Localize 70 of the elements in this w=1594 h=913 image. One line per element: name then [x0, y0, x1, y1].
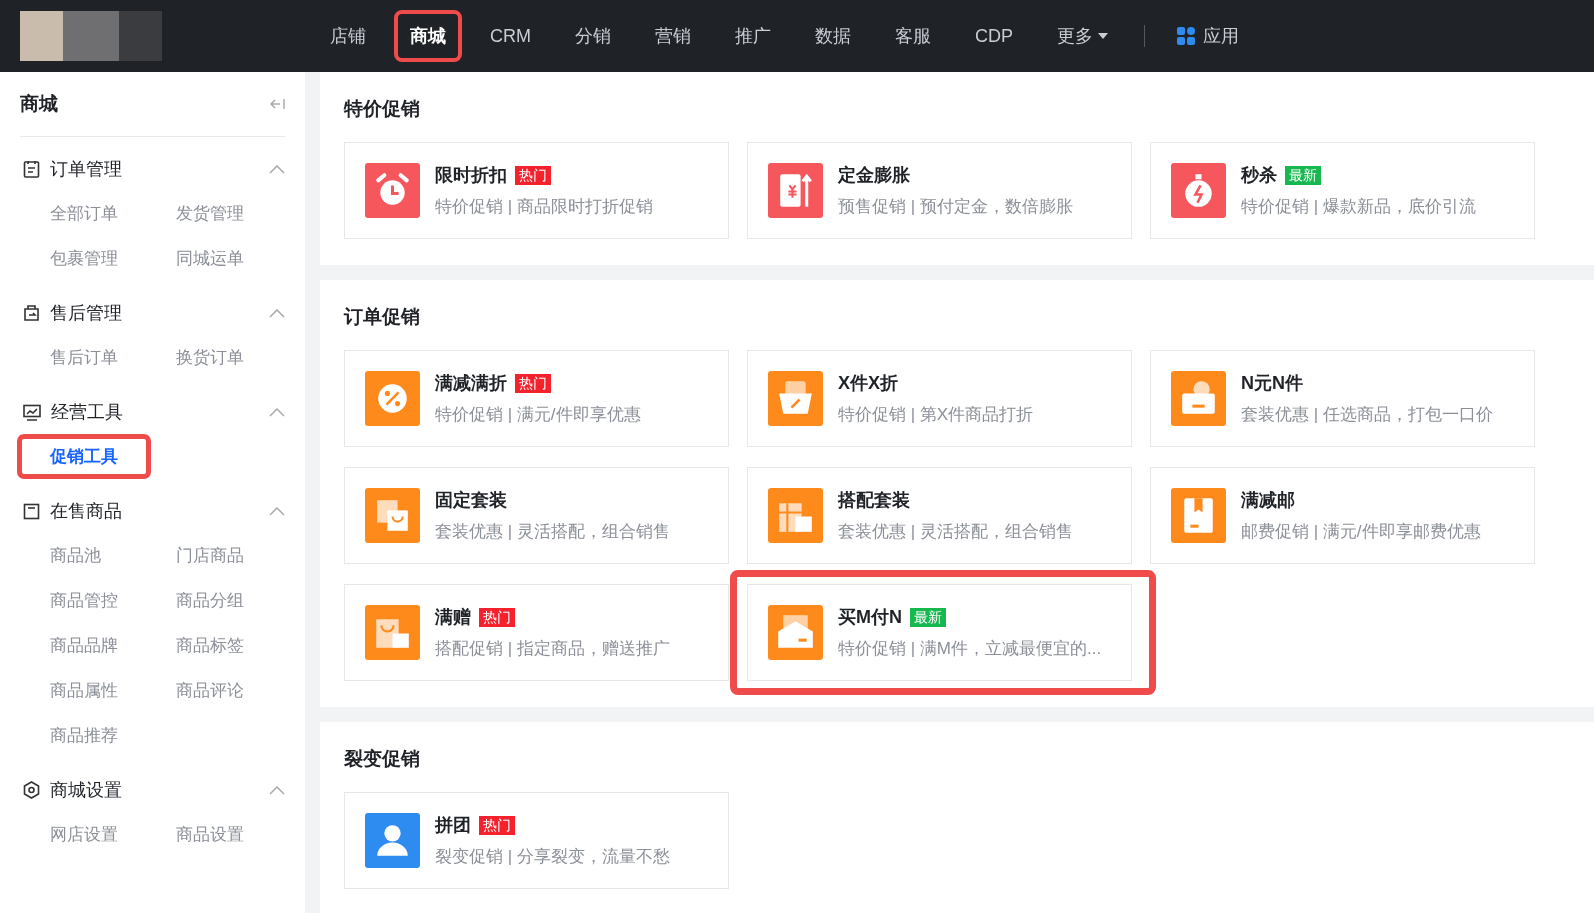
menu-item[interactable]: 促销工具 [17, 434, 151, 479]
section-title: 裂变促销 [344, 747, 421, 771]
card-title: N元N件 [1241, 372, 1303, 395]
card-description: 套装优惠 | 灵活搭配，组合销售 [435, 521, 670, 543]
sidebar-title: 商城 [20, 92, 58, 116]
card-title: 满减满折 [435, 372, 507, 395]
promotion-card[interactable]: 满减满折 热门 特价促销 | 满元/件即享优惠 [344, 350, 729, 447]
apps-button[interactable]: 应用 [1169, 14, 1247, 58]
card-description: 邮费促销 | 满元/件即享邮费优惠 [1241, 521, 1481, 543]
card-title: X件X折 [838, 372, 898, 395]
nav-tab[interactable]: CRM [474, 11, 547, 61]
card-title: 秒杀 [1241, 164, 1277, 187]
settings-icon [23, 781, 40, 799]
status-tag: 最新 [1285, 165, 1321, 185]
status-tag: 热门 [515, 373, 551, 393]
status-tag: 最新 [910, 607, 946, 627]
card-title: 满减邮 [1241, 489, 1295, 512]
card-description: 特价促销 | 商品限时打折促销 [435, 196, 653, 218]
card-description: 特价促销 | 第X件商品打折 [838, 404, 1034, 426]
card-description: 搭配促销 | 指定商品，赠送推广 [435, 638, 670, 660]
promotion-card[interactable]: 限时折扣 热门 特价促销 | 商品限时打折促销 [344, 142, 729, 239]
menu-group-header[interactable]: 订单管理 [20, 147, 285, 191]
promotion-card[interactable]: 固定套装 套装优惠 | 灵活搭配，组合销售 [344, 467, 729, 564]
card-title: 拼团 [435, 814, 471, 837]
status-tag: 热门 [515, 165, 551, 185]
card-title: 满赠 [435, 606, 471, 629]
menu-group-header[interactable]: 售后管理 [20, 291, 285, 335]
menu-group-header[interactable]: 在售商品 [20, 489, 285, 533]
nav-tab[interactable]: 数据 [799, 10, 867, 62]
nav-tab[interactable]: 推广 [719, 10, 787, 62]
box-icon [23, 502, 40, 520]
promotion-card[interactable]: 定金膨胀 预售促销 | 预付定金，数倍膨胀 [747, 142, 1132, 239]
card-title: 限时折扣 [435, 164, 507, 187]
promotion-card[interactable]: 秒杀 最新 特价促销 | 爆款新品，底价引流 [1150, 142, 1535, 239]
section-title: 订单促销 [344, 305, 421, 329]
card-description: 套装优惠 | 灵活搭配，组合销售 [838, 521, 1073, 543]
card-description: 套装优惠 | 任选商品，打包一口价 [1241, 404, 1493, 426]
status-tag: 热门 [479, 815, 515, 835]
nav-tab[interactable]: 营销 [639, 10, 707, 62]
nav-tab[interactable]: 商城 [394, 10, 462, 62]
card-title: 搭配套装 [838, 489, 910, 512]
menu-group-header[interactable]: 经营工具 [20, 390, 285, 434]
chart-monitor-icon [23, 403, 41, 421]
promotion-card[interactable]: N元N件 套装优惠 | 任选商品，打包一口价 [1150, 350, 1535, 447]
apps-grid-icon [1177, 27, 1195, 45]
card-title: 买M付N [838, 606, 902, 629]
menu-group-header[interactable]: 商城设置 [20, 768, 285, 812]
promotion-card[interactable]: 满赠 热门 搭配促销 | 指定商品，赠送推广 [344, 584, 729, 681]
card-description: 特价促销 | 满M件，立减最便宜的... [838, 638, 1102, 660]
section-title: 特价促销 [344, 97, 421, 121]
promotion-card[interactable]: 买M付N 最新 特价促销 | 满M件，立减最便宜的... [747, 584, 1132, 681]
card-title: 固定套装 [435, 489, 507, 512]
card-description: 预售促销 | 预付定金，数倍膨胀 [838, 196, 1073, 218]
card-description: 特价促销 | 满元/件即享优惠 [435, 404, 641, 426]
card-title: 定金膨胀 [838, 164, 910, 187]
nav-tab[interactable]: 客服 [879, 10, 947, 62]
nav-tab[interactable]: 分销 [559, 10, 627, 62]
status-tag: 热门 [479, 607, 515, 627]
promotion-card[interactable]: 满减邮 邮费促销 | 满元/件即享邮费优惠 [1150, 467, 1535, 564]
promotion-card[interactable]: 搭配套装 套装优惠 | 灵活搭配，组合销售 [747, 467, 1132, 564]
caret-icon [1098, 33, 1108, 39]
nav-tab[interactable]: 店铺 [314, 10, 382, 62]
nav-tab[interactable]: CDP [959, 11, 1029, 61]
clipboard-icon [23, 160, 40, 178]
card-description: 特价促销 | 爆款新品，底价引流 [1241, 196, 1476, 218]
promotion-card[interactable]: X件X折 特价促销 | 第X件商品打折 [747, 350, 1132, 447]
collapse-icon[interactable] [269, 98, 285, 110]
promotion-card[interactable]: 拼团 热门 裂变促销 | 分享裂变，流量不愁 [344, 792, 729, 889]
card-description: 裂变促销 | 分享裂变，流量不愁 [435, 846, 670, 868]
more-menu[interactable]: 更多 [1041, 10, 1124, 62]
